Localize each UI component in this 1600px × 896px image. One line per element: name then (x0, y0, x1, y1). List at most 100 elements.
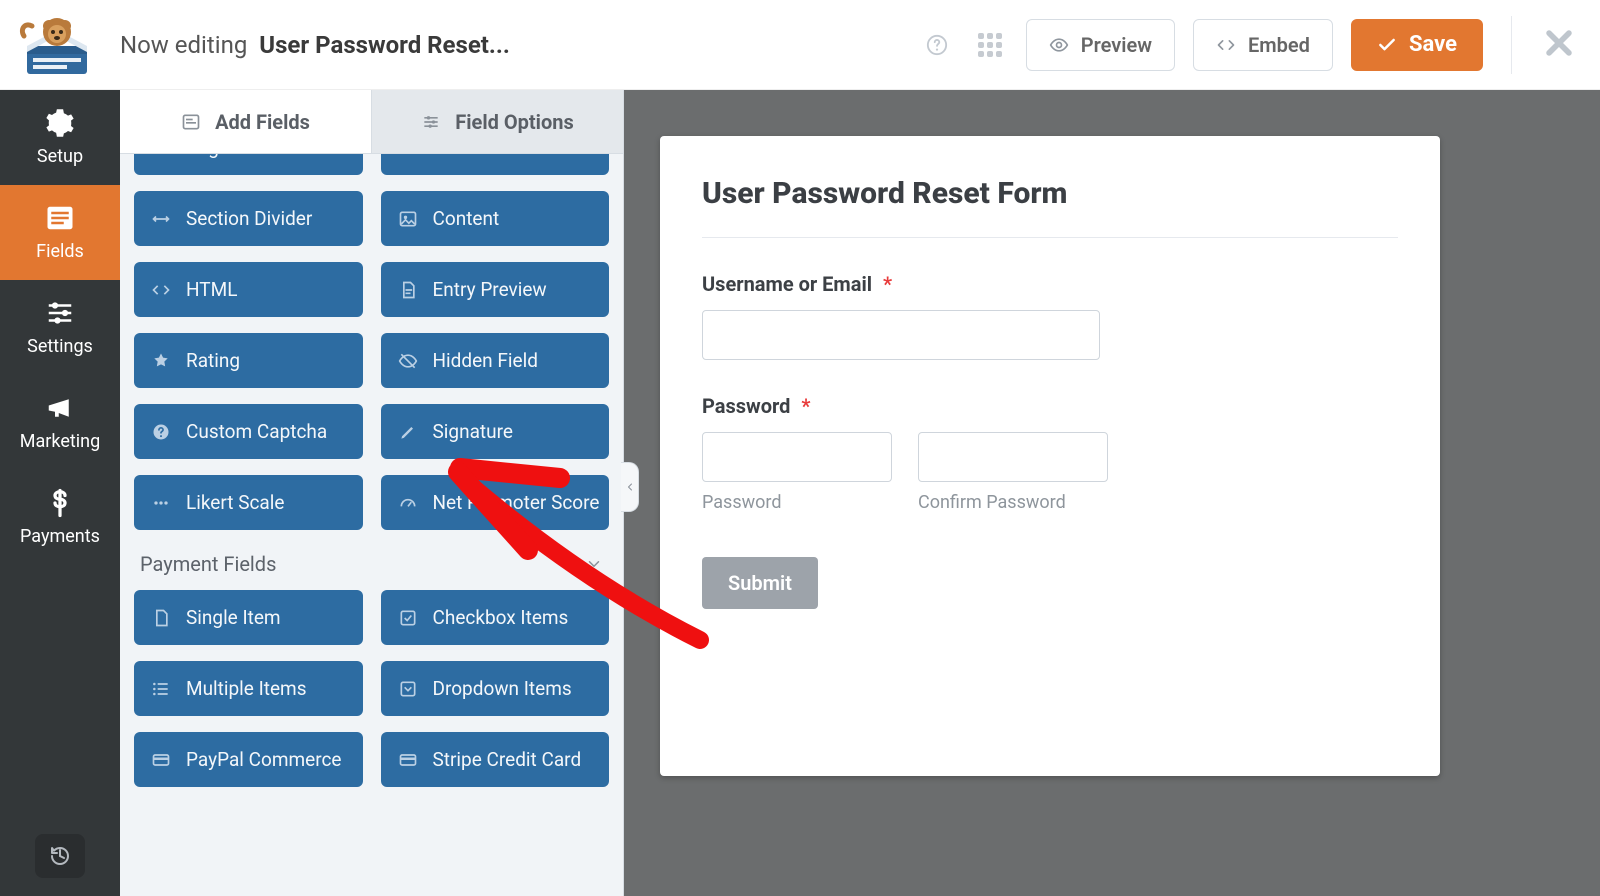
field-stripe-credit-card[interactable]: Stripe Credit Card (381, 732, 610, 787)
topbar: Now editing User Password Reset... Previ… (0, 0, 1600, 90)
sidebar-item-revert[interactable] (0, 816, 120, 896)
gear-icon (45, 108, 75, 138)
now-editing-label: Now editing (120, 31, 247, 59)
sublabel-confirm-password: Confirm Password (918, 492, 1108, 513)
tab-options-label: Field Options (455, 110, 573, 134)
save-button[interactable]: Save (1351, 19, 1483, 71)
brand-logo[interactable] (14, 9, 100, 81)
submit-button[interactable]: Submit (702, 557, 818, 609)
card-icon (150, 749, 172, 771)
field-likert-scale[interactable]: Likert Scale (134, 475, 363, 530)
input-confirm-password[interactable] (918, 432, 1108, 482)
sidebar-label-setup: Setup (37, 146, 83, 167)
list-icon (45, 203, 75, 233)
sidebar-item-fields[interactable]: Fields (0, 185, 120, 280)
card-icon (397, 749, 419, 771)
field-hidden-field[interactable]: Hidden Field (381, 333, 610, 388)
section-head-payment[interactable]: Payment Fields (134, 530, 609, 590)
sidebar-label-settings: Settings (27, 336, 93, 357)
code-icon (150, 279, 172, 301)
tab-field-options[interactable]: Field Options (371, 90, 623, 153)
code-icon (1216, 35, 1236, 55)
field-username[interactable]: Username or Email * (702, 272, 1398, 360)
caret-square-icon (397, 678, 419, 700)
field-content[interactable]: Content (381, 191, 610, 246)
tab-add-label: Add Fields (215, 110, 310, 134)
divider (702, 237, 1398, 238)
field-html[interactable]: HTML (134, 262, 363, 317)
label-username: Username or Email * (702, 272, 1398, 296)
sidebar-item-payments[interactable]: Payments (0, 470, 120, 565)
chevron-down-icon (585, 555, 603, 573)
editing-title: Now editing User Password Reset... (120, 31, 510, 59)
preview-label: Preview (1081, 33, 1152, 57)
history-icon (48, 844, 72, 868)
save-label: Save (1409, 32, 1457, 57)
separator (1511, 16, 1512, 74)
sidebar-item-settings[interactable]: Settings (0, 280, 120, 375)
field-net-promoter-score[interactable]: Net Promoter Score (381, 475, 610, 530)
file-o-icon (150, 607, 172, 629)
check-icon (1377, 35, 1397, 55)
bullhorn-icon (45, 393, 75, 423)
close-button[interactable] (1542, 26, 1576, 64)
eye-slash-icon (397, 350, 419, 372)
file-icon (397, 279, 419, 301)
panel-scroll[interactable]: Page Break Rich Text Section Divider Con… (120, 154, 623, 896)
sidebar-label-payments: Payments (20, 526, 100, 547)
sidebar-item-setup[interactable]: Setup (0, 90, 120, 185)
field-panel: Add Fields Field Options Page Break Rich… (120, 90, 624, 896)
list2-icon (150, 678, 172, 700)
sidebar-item-marketing[interactable]: Marketing (0, 375, 120, 470)
arrows-h-icon (150, 208, 172, 230)
input-password[interactable] (702, 432, 892, 482)
field-custom-captcha[interactable]: Custom Captcha (134, 404, 363, 459)
required-asterisk: * (801, 394, 810, 418)
field-signature[interactable]: Signature (381, 404, 610, 459)
input-username[interactable] (702, 310, 1100, 360)
field-checkbox-items[interactable]: Checkbox Items (381, 590, 610, 645)
sublabel-password: Password (702, 492, 892, 513)
embed-label: Embed (1248, 33, 1310, 57)
gauge-icon (397, 492, 419, 514)
field-page-break[interactable]: Page Break (134, 154, 363, 175)
field-dropdown-items[interactable]: Dropdown Items (381, 661, 610, 716)
field-single-item[interactable]: Single Item (134, 590, 363, 645)
eye-icon (1049, 35, 1069, 55)
embed-button[interactable]: Embed (1193, 19, 1333, 71)
section-title-payment: Payment Fields (140, 552, 276, 576)
ellipsis-icon (150, 492, 172, 514)
field-rating[interactable]: Rating (134, 333, 363, 388)
left-nav: Setup Fields Settings Marketing Payments (0, 90, 120, 896)
keyboard-shortcuts-icon[interactable] (972, 27, 1008, 63)
label-password: Password * (702, 394, 1398, 418)
form-icon (181, 112, 201, 132)
tab-add-fields[interactable]: Add Fields (120, 90, 371, 153)
pencil-icon (397, 421, 419, 443)
required-asterisk: * (883, 272, 892, 296)
question-icon (150, 421, 172, 443)
field-password[interactable]: Password * Password Confirm Password (702, 394, 1398, 513)
field-rich-text[interactable]: Rich Text (381, 154, 610, 175)
form-canvas[interactable]: User Password Reset Form Username or Ema… (624, 90, 1600, 896)
preview-button[interactable]: Preview (1026, 19, 1175, 71)
dollar-icon (45, 488, 75, 518)
field-entry-preview[interactable]: Entry Preview (381, 262, 610, 317)
panel-tabs: Add Fields Field Options (120, 90, 623, 154)
sliders-icon (45, 298, 75, 328)
panel-collapse-handle[interactable] (621, 462, 639, 512)
form-card: User Password Reset Form Username or Ema… (660, 136, 1440, 776)
form-name-text: User Password Reset... (259, 31, 510, 59)
page-break-icon (150, 154, 172, 159)
form-title: User Password Reset Form (702, 176, 1398, 211)
field-multiple-items[interactable]: Multiple Items (134, 661, 363, 716)
image-icon (397, 208, 419, 230)
field-section-divider[interactable]: Section Divider (134, 191, 363, 246)
sliders2-icon (421, 112, 441, 132)
star-icon (150, 350, 172, 372)
check-square-icon (397, 607, 419, 629)
help-icon[interactable] (920, 28, 954, 62)
field-paypal-commerce[interactable]: PayPal Commerce (134, 732, 363, 787)
rich-text-icon (397, 154, 419, 159)
chevron-left-icon (624, 481, 636, 493)
